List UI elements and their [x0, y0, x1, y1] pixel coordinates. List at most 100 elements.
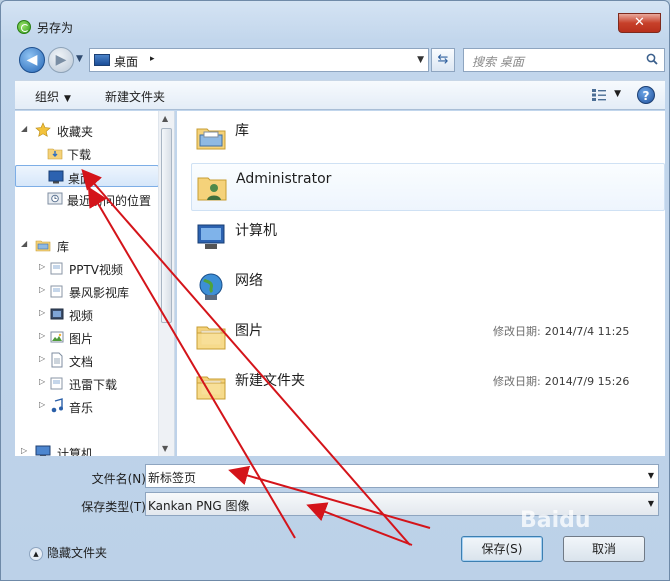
collapsed-arrow-icon[interactable]: ▷	[21, 446, 27, 455]
library-folder-icon	[49, 375, 65, 391]
view-options-icon[interactable]	[591, 88, 607, 102]
filename-label: 文件名(N):	[91, 472, 150, 486]
file-row[interactable]: 计算机	[191, 213, 665, 261]
organize-menu[interactable]: 组织 ▼	[35, 88, 71, 105]
nav-item-3[interactable]: 最近访问的位置	[15, 188, 159, 210]
nav-item-4[interactable]: ◢ 库	[15, 234, 159, 256]
filename-value[interactable]: 新标签页	[148, 471, 196, 485]
cancel-button[interactable]: 取消	[563, 536, 645, 562]
nav-item-6[interactable]: ▷ 暴风影视库	[15, 280, 159, 302]
navigation-scrollbar[interactable]: ▲ ▼	[158, 111, 174, 456]
collapsed-arrow-icon[interactable]: ▷	[39, 354, 45, 363]
hide-folders-toggle[interactable]: ▲ 隐藏文件夹	[29, 544, 107, 564]
nav-item-1[interactable]: 下载	[15, 142, 159, 164]
nav-item-7[interactable]: ▷ 视频	[15, 303, 159, 325]
nav-item-8[interactable]: ▷ 图片	[15, 326, 159, 348]
filetype-dropdown-icon[interactable]: ▼	[648, 499, 654, 508]
scroll-up-icon[interactable]: ▲	[162, 114, 168, 123]
address-bar[interactable]: 桌面 ▸ ▼	[89, 48, 429, 72]
help-button[interactable]: ?	[637, 86, 655, 104]
collapsed-arrow-icon[interactable]: ▷	[39, 285, 45, 294]
nav-item-label: 最近访问的位置	[67, 194, 152, 208]
nav-item-label: PPTV视频	[69, 263, 124, 277]
nav-item-label: 文档	[69, 355, 94, 369]
file-row[interactable]: 库	[191, 113, 665, 161]
search-input[interactable]: 搜索 桌面	[463, 48, 665, 72]
nav-item-10[interactable]: ▷ 迅雷下载	[15, 372, 159, 394]
nav-item-12[interactable]: ▷ 计算机	[15, 441, 159, 456]
file-name: 图片	[235, 323, 263, 339]
save-button[interactable]: 保存(S)	[461, 536, 543, 562]
chevron-down-icon: ▼	[64, 94, 71, 104]
file-modified-date: 修改日期: 2014/7/4 11:25	[493, 323, 629, 339]
modified-date-value: 2014/7/4 11:25	[544, 325, 630, 338]
video-library-icon	[49, 306, 65, 322]
nav-item-11[interactable]: ▷ 音乐	[15, 395, 159, 417]
modified-date-label: 修改日期:	[493, 325, 541, 338]
file-row[interactable]: Administrator	[191, 163, 665, 211]
address-dropdown-icon[interactable]: ▼	[417, 55, 424, 65]
recent-places-icon	[47, 191, 63, 207]
scrollbar-thumb[interactable]	[161, 128, 172, 323]
collapsed-arrow-icon[interactable]: ▷	[39, 331, 45, 340]
star-icon	[35, 122, 51, 138]
watermark: Baidu	[520, 508, 591, 533]
file-row[interactable]: 新建文件夹 修改日期: 2014/7/9 15:26	[191, 363, 665, 411]
desktop-icon	[94, 54, 110, 66]
library-folder-icon	[49, 260, 65, 276]
expanded-arrow-icon[interactable]: ◢	[21, 239, 27, 248]
organize-label: 组织	[35, 90, 60, 104]
document-library-icon	[49, 352, 65, 368]
navigation-pane[interactable]: ◢ 收藏夹 下载 桌面 最近访问的位置 ◢ 库 ▷ PPTV视频 ▷ 暴风影视库 ▷ 视频 ▷ 图片 ▷ 文档 ▷…	[15, 111, 175, 456]
save-as-dialog: 另存为 ✕ ◀ ▶ ▼ 桌面 ▸ ▼ ⇆ 搜索 桌面 组织 ▼ 新建文件夹 ▼ ?…	[0, 0, 670, 581]
folder-icon	[195, 371, 227, 403]
refresh-button[interactable]: ⇆	[431, 48, 455, 72]
nav-item-9[interactable]: ▷ 文档	[15, 349, 159, 371]
close-button[interactable]: ✕	[618, 13, 661, 33]
back-button[interactable]: ◀	[19, 47, 45, 73]
expanded-arrow-icon[interactable]: ◢	[21, 124, 27, 133]
filetype-value[interactable]: Kankan PNG 图像	[148, 499, 249, 513]
file-name: 新建文件夹	[235, 373, 305, 389]
new-folder-button[interactable]: 新建文件夹	[105, 88, 165, 105]
title-bar[interactable]: 另存为 ✕	[1, 1, 669, 39]
search-icon[interactable]	[646, 53, 658, 65]
modified-date-value: 2014/7/9 15:26	[544, 375, 630, 388]
nav-item-label: 收藏夹	[57, 125, 94, 139]
nav-item-2[interactable]: 桌面	[15, 165, 159, 187]
scroll-down-icon[interactable]: ▼	[162, 444, 168, 453]
forward-button[interactable]: ▶	[48, 47, 74, 73]
file-name: 库	[235, 123, 249, 139]
collapsed-arrow-icon[interactable]: ▷	[39, 262, 45, 271]
collapsed-arrow-icon[interactable]: ▷	[39, 308, 45, 317]
library-folder-icon	[49, 283, 65, 299]
library-icon	[195, 121, 227, 153]
breadcrumb-separator-icon[interactable]: ▸	[150, 54, 155, 64]
computer-icon	[195, 221, 227, 253]
user-folder-icon	[196, 172, 228, 204]
nav-item-0[interactable]: ◢ 收藏夹	[15, 119, 159, 141]
modified-date-label: 修改日期:	[493, 375, 541, 388]
collapsed-arrow-icon[interactable]: ▷	[39, 400, 45, 409]
file-list[interactable]: 库 Administrator 计算机 网络 图片 修改日期: 2014/7/4 11:25…	[177, 111, 665, 456]
filename-dropdown-icon[interactable]: ▼	[648, 471, 654, 480]
address-path[interactable]: 桌面	[114, 53, 138, 70]
music-library-icon	[49, 398, 65, 414]
file-row[interactable]: 网络	[191, 263, 665, 311]
view-dropdown-icon[interactable]: ▼	[614, 89, 621, 99]
desktop-icon	[48, 169, 64, 185]
library-icon	[35, 237, 51, 253]
file-name: Administrator	[236, 171, 332, 187]
network-icon	[195, 271, 227, 303]
filename-field[interactable]: 新标签页 ▼	[145, 464, 659, 488]
nav-item-5[interactable]: ▷ PPTV视频	[15, 257, 159, 279]
collapsed-arrow-icon[interactable]: ▷	[39, 377, 45, 386]
nav-item-label: 暴风影视库	[69, 286, 130, 300]
nav-item-label: 下载	[67, 148, 92, 162]
picture-library-icon	[49, 329, 65, 345]
window-title: 另存为	[37, 21, 74, 35]
recent-pages-dropdown[interactable]: ▼	[76, 54, 83, 64]
file-row[interactable]: 图片 修改日期: 2014/7/4 11:25	[191, 313, 665, 361]
nav-item-label: 图片	[69, 332, 94, 346]
address-row: ◀ ▶ ▼ 桌面 ▸ ▼ ⇆ 搜索 桌面	[15, 46, 665, 74]
